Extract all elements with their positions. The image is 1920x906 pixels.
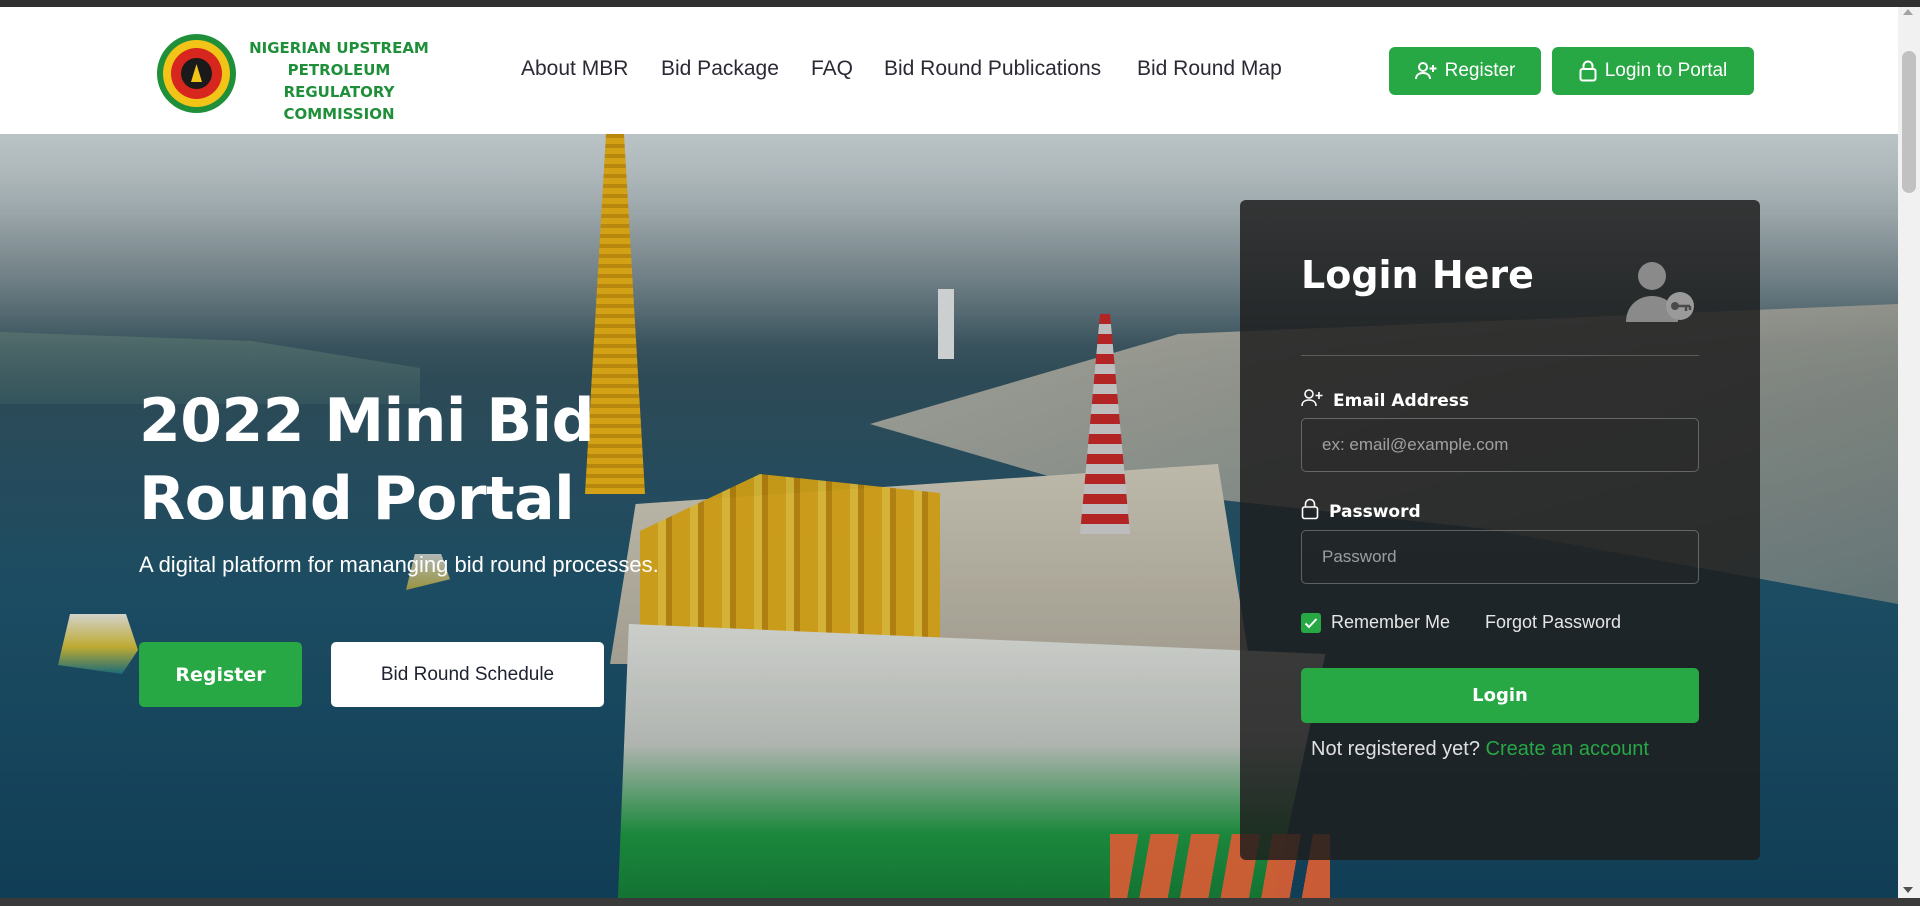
nav-about-mbr[interactable]: About MBR bbox=[521, 57, 628, 81]
page-scrollbar[interactable] bbox=[1898, 7, 1920, 898]
email-input[interactable] bbox=[1301, 418, 1699, 472]
nav-faq[interactable]: FAQ bbox=[811, 57, 853, 81]
password-input[interactable] bbox=[1301, 530, 1699, 584]
browser-bottom-strip bbox=[0, 898, 1920, 906]
hero-title: 2022 Mini Bid Round Portal bbox=[139, 386, 595, 534]
nuprc-logo-icon[interactable] bbox=[157, 34, 236, 113]
lock-icon bbox=[1579, 60, 1597, 82]
browser-top-strip bbox=[0, 0, 1920, 7]
remember-me-checkbox[interactable]: Remember Me bbox=[1301, 612, 1450, 633]
login-title: Login Here bbox=[1301, 253, 1534, 297]
site-header: NIGERIAN UPSTREAM PETROLEUM REGULATORY C… bbox=[0, 7, 1898, 134]
scrollbar-thumb[interactable] bbox=[1902, 51, 1916, 193]
password-label: Password bbox=[1301, 498, 1421, 525]
hero-subtitle: A digital platform for mananging bid rou… bbox=[139, 552, 659, 577]
lock-icon bbox=[1301, 498, 1319, 525]
checkmark-icon[interactable] bbox=[1301, 612, 1321, 633]
user-plus-icon bbox=[1414, 61, 1437, 81]
brand-line-2: PETROLEUM REGULATORY bbox=[283, 61, 395, 101]
header-register-button[interactable]: Register bbox=[1389, 47, 1541, 95]
email-label-text: Email Address bbox=[1333, 390, 1470, 411]
brand-name[interactable]: NIGERIAN UPSTREAM PETROLEUM REGULATORY C… bbox=[232, 37, 446, 125]
brand-line-3: COMMISSION bbox=[283, 105, 395, 123]
signup-prompt: Not registered yet? Create an account bbox=[1311, 738, 1649, 761]
header-register-label: Register bbox=[1444, 60, 1516, 81]
brand-line-1: NIGERIAN UPSTREAM bbox=[249, 39, 429, 57]
forgot-password-link[interactable]: Forgot Password bbox=[1485, 612, 1621, 633]
login-to-portal-label: Login to Portal bbox=[1604, 60, 1728, 81]
password-label-text: Password bbox=[1329, 501, 1421, 522]
login-to-portal-button[interactable]: Login to Portal bbox=[1552, 47, 1754, 95]
scroll-down-arrow-icon[interactable] bbox=[1903, 887, 1913, 893]
login-divider bbox=[1301, 355, 1699, 356]
create-account-link[interactable]: Create an account bbox=[1486, 738, 1649, 760]
login-card: Login Here Email Address Password bbox=[1240, 200, 1760, 860]
nav-bid-round-publications[interactable]: Bid Round Publications bbox=[884, 57, 1101, 81]
user-plus-icon bbox=[1301, 388, 1323, 413]
scroll-up-arrow-icon[interactable] bbox=[1903, 9, 1913, 15]
hero-section: 2022 Mini Bid Round Portal A digital pla… bbox=[0, 134, 1898, 898]
user-key-icon bbox=[1620, 258, 1700, 324]
login-button[interactable]: Login bbox=[1301, 668, 1699, 723]
nav-bid-package[interactable]: Bid Package bbox=[661, 57, 779, 81]
email-label: Email Address bbox=[1301, 388, 1469, 413]
hero-register-button[interactable]: Register bbox=[139, 642, 302, 707]
signup-prompt-text: Not registered yet? bbox=[1311, 738, 1480, 760]
nav-bid-round-map[interactable]: Bid Round Map bbox=[1137, 57, 1282, 81]
bid-round-schedule-button[interactable]: Bid Round Schedule bbox=[331, 642, 604, 707]
remember-me-label: Remember Me bbox=[1331, 612, 1451, 632]
